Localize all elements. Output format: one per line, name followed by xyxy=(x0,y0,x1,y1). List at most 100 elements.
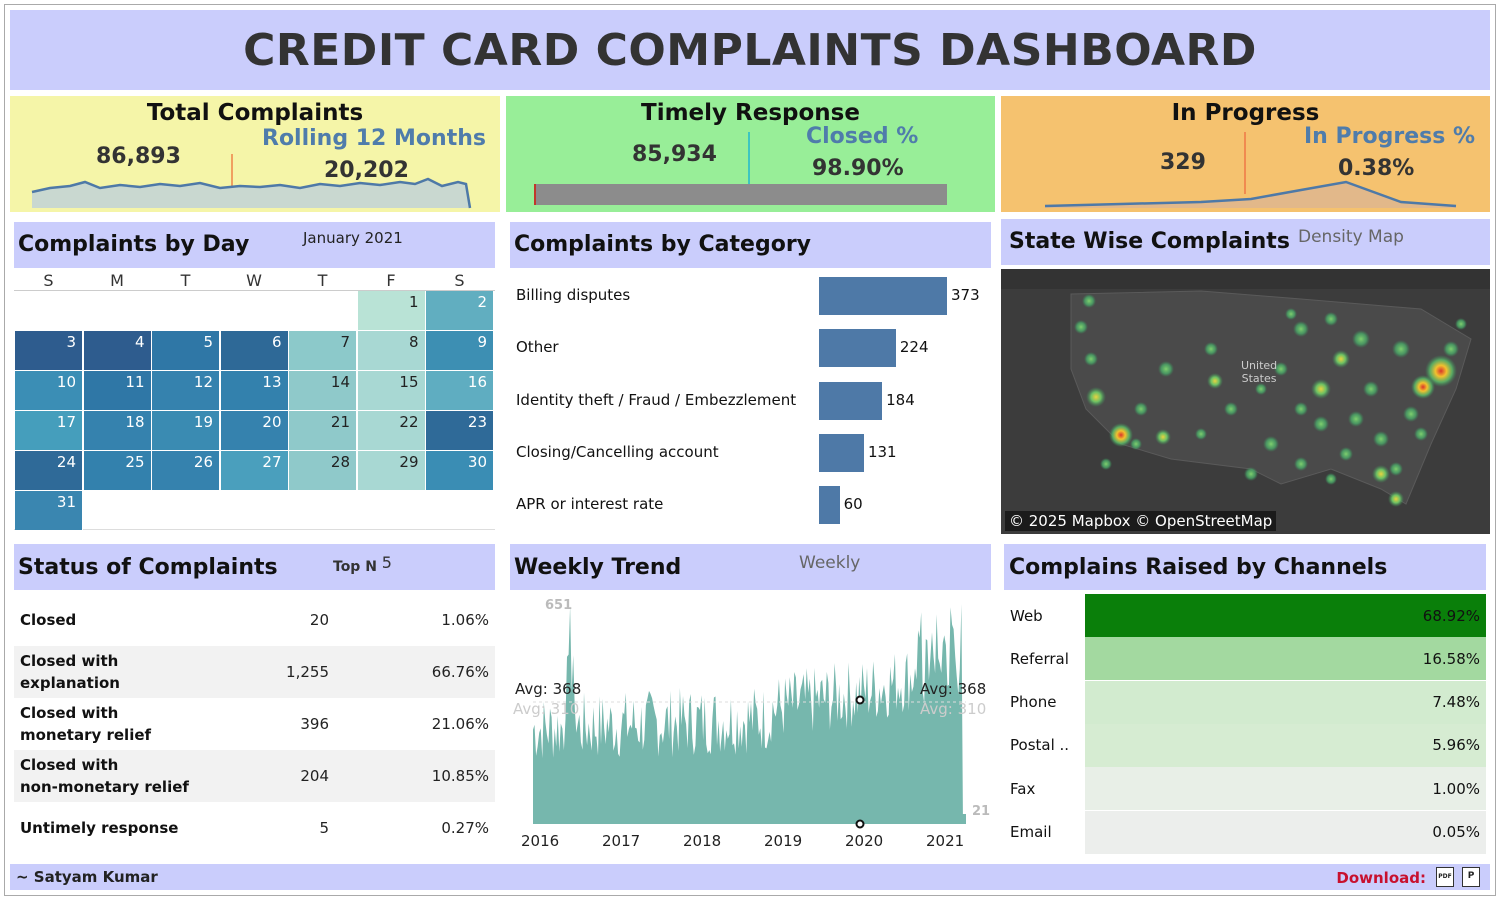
weekly-year-label: 2018 xyxy=(683,832,722,850)
category-label: Other xyxy=(516,338,559,357)
weekly-area-fill[interactable] xyxy=(533,604,966,824)
status-row[interactable]: Closed 20 1.06% xyxy=(14,594,495,646)
calendar-day[interactable]: 23 xyxy=(426,411,494,451)
density-blob xyxy=(1158,361,1174,377)
density-blob xyxy=(1134,402,1148,416)
kpi-progress-sparkline xyxy=(1044,132,1457,208)
channel-row[interactable]: Email 0.05% xyxy=(1004,810,1486,854)
pdf-download-icon[interactable]: PDF xyxy=(1436,867,1454,887)
density-blob xyxy=(1130,438,1142,450)
calendar-day[interactable]: 13 xyxy=(220,371,289,411)
channel-name: Phone xyxy=(1010,693,1057,712)
calendar-day[interactable]: 21 xyxy=(289,411,357,451)
calendar-day[interactable]: 29 xyxy=(357,451,426,491)
calendar-day[interactable]: 18 xyxy=(83,411,152,451)
channel-cell xyxy=(1085,723,1486,767)
calendar-day[interactable]: 6 xyxy=(220,331,289,371)
calendar-day[interactable]: 14 xyxy=(289,371,357,411)
status-count: 5 xyxy=(319,819,329,837)
kpi-timely-bar xyxy=(534,132,947,205)
state-density-map[interactable]: United States © 2025 Mapbox © OpenStreet… xyxy=(1001,269,1490,534)
calendar-day[interactable]: 26 xyxy=(152,451,220,491)
category-label: Billing disputes xyxy=(516,286,631,304)
weekly-area xyxy=(533,604,966,829)
calendar-day[interactable]: 20 xyxy=(220,411,289,451)
category-bar[interactable] xyxy=(819,329,896,368)
status-name: Closed with non-monetary relief xyxy=(20,756,189,796)
calendar-day[interactable]: 27 xyxy=(220,451,289,491)
calendar-day[interactable]: 9 xyxy=(426,331,494,371)
status-row[interactable]: Untimely response 5 0.27% xyxy=(14,802,495,854)
calendar-day[interactable]: 8 xyxy=(357,331,426,371)
density-blob xyxy=(1348,411,1364,427)
calendar-day[interactable]: 5 xyxy=(152,331,220,371)
category-bar[interactable] xyxy=(819,381,883,420)
status-percent: 21.06% xyxy=(431,715,489,733)
weekday-header: W xyxy=(246,271,262,290)
weekday-header: F xyxy=(386,271,396,290)
topn-value[interactable]: 5 xyxy=(382,553,392,572)
channel-row[interactable]: Phone 7.48% xyxy=(1004,680,1486,724)
weekday-header: M xyxy=(110,271,124,290)
density-blob xyxy=(1109,423,1133,447)
channels-title: Complains Raised by Channels xyxy=(1009,555,1388,580)
category-value: 224 xyxy=(899,338,929,357)
calendar-day[interactable]: 28 xyxy=(289,451,357,491)
calendar-day[interactable]: 1 xyxy=(357,291,426,331)
calendar-day[interactable]: 24 xyxy=(15,451,83,491)
calendar-month: January 2021 xyxy=(303,229,403,247)
calendar-day[interactable]: 4 xyxy=(83,331,152,371)
channel-row[interactable]: Referral 16.58% xyxy=(1004,637,1486,681)
weekly-marker[interactable] xyxy=(855,695,865,705)
density-blob xyxy=(1443,341,1459,357)
density-blob xyxy=(1389,462,1403,476)
calendar-day[interactable]: 17 xyxy=(15,411,83,451)
calendar-day[interactable]: 16 xyxy=(426,371,494,411)
category-bar[interactable] xyxy=(819,277,947,315)
channel-name: Web xyxy=(1010,606,1043,625)
category-value: 60 xyxy=(843,495,863,514)
density-blob xyxy=(1293,321,1309,337)
dashboard-title: CREDIT CARD COMPLAINTS DASHBOARD xyxy=(243,24,1257,76)
density-blob xyxy=(1155,429,1171,445)
channel-row[interactable]: Web 68.92% xyxy=(1004,594,1486,637)
density-blob xyxy=(1195,428,1207,440)
channel-percent: 7.48% xyxy=(1432,693,1480,712)
category-bar[interactable] xyxy=(819,486,840,525)
density-blob xyxy=(1339,447,1353,461)
weekly-note[interactable]: Weekly xyxy=(799,553,860,573)
density-blob xyxy=(1084,352,1098,366)
calendar-day[interactable]: 19 xyxy=(152,411,220,451)
status-count: 20 xyxy=(309,611,329,629)
calendar-day[interactable]: 30 xyxy=(426,451,494,491)
channel-row[interactable]: Postal .. 5.96% xyxy=(1004,723,1486,767)
channel-row[interactable]: Fax 1.00% xyxy=(1004,767,1486,811)
calendar-day[interactable]: 10 xyxy=(15,371,83,411)
ppt-download-icon[interactable]: P xyxy=(1462,867,1480,887)
weekly-title: Weekly Trend xyxy=(514,555,682,580)
calendar-day[interactable]: 31 xyxy=(15,491,83,531)
channel-name: Fax xyxy=(1010,779,1036,798)
calendar-day[interactable]: 3 xyxy=(15,331,83,371)
calendar-day[interactable]: 15 xyxy=(357,371,426,411)
status-title: Status of Complaints xyxy=(18,555,278,580)
status-topn-control[interactable]: Top N 5 xyxy=(333,553,392,575)
category-label: Closing/Cancelling account xyxy=(516,442,719,461)
map-country-label: United States xyxy=(1241,359,1278,385)
density-blob xyxy=(1311,379,1331,399)
density-blob xyxy=(1372,465,1390,483)
status-row[interactable]: Closed with monetary relief 396 21.06% xyxy=(14,698,495,750)
category-bar[interactable] xyxy=(819,433,864,472)
calendar-day[interactable]: 7 xyxy=(289,331,357,371)
channel-cell xyxy=(1085,767,1486,811)
calendar-day[interactable]: 12 xyxy=(152,371,220,411)
status-row[interactable]: Closed with non-monetary relief 204 10.85% xyxy=(14,750,495,802)
density-blob xyxy=(1324,312,1338,326)
calendar-day[interactable]: 22 xyxy=(357,411,426,451)
calendar-day[interactable]: 2 xyxy=(426,291,494,331)
weekly-marker[interactable] xyxy=(855,819,865,829)
status-row[interactable]: Closed with explanation 1,255 66.76% xyxy=(14,646,495,698)
calendar-day[interactable]: 25 xyxy=(83,451,152,491)
weekday-header: S xyxy=(43,271,54,290)
calendar-day[interactable]: 11 xyxy=(83,371,152,411)
